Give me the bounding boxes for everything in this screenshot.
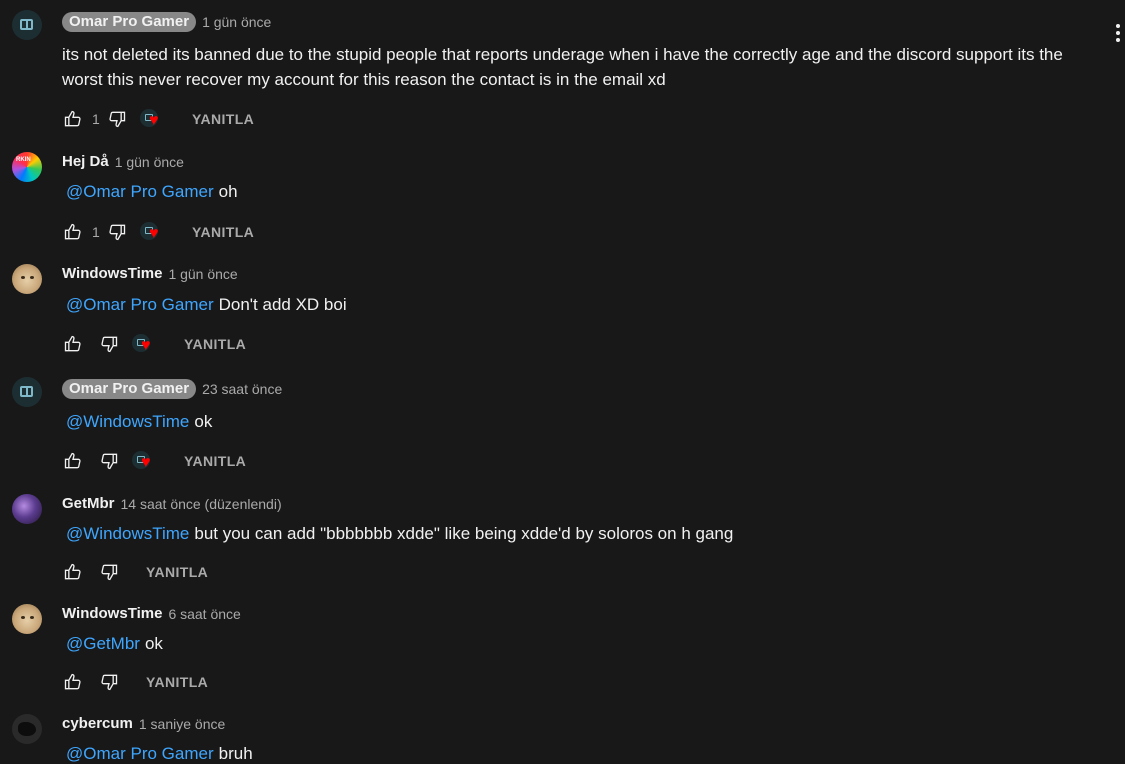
like-button[interactable] — [62, 221, 84, 243]
timestamp[interactable]: 6 saat önce — [168, 606, 240, 622]
dislike-button[interactable] — [106, 221, 128, 243]
comment-header: GetMbr 14 saat önce (düzenlendi) — [62, 495, 282, 512]
comment-actions: YANITLA — [62, 560, 208, 584]
thumbs-down-icon — [109, 111, 126, 128]
like-button[interactable] — [62, 450, 84, 472]
more-vert-icon[interactable] — [1115, 24, 1121, 46]
comment-body-text: oh — [218, 182, 238, 201]
timestamp[interactable]: 23 saat önce — [202, 381, 282, 397]
reply-button[interactable]: YANITLA — [184, 453, 246, 469]
heart-icon: ♥ — [141, 337, 151, 354]
timestamp[interactable]: 14 saat önce (düzenlendi) — [121, 496, 282, 512]
reply-button[interactable]: YANITLA — [184, 336, 246, 352]
thumbs-up-icon — [64, 673, 81, 690]
avatar[interactable] — [12, 494, 42, 524]
mention-link[interactable]: @WindowsTime — [66, 524, 189, 543]
thumbs-down-icon — [101, 674, 118, 691]
timestamp[interactable]: 1 saniye önce — [139, 716, 225, 732]
reply-button[interactable]: YANITLA — [192, 111, 254, 127]
comment-body-text: ok — [194, 412, 213, 431]
comment-body-text: Don't add XD boi — [218, 295, 347, 314]
thumbs-up-icon — [64, 452, 81, 469]
mention-link[interactable]: @WindowsTime — [66, 412, 189, 431]
dislike-button[interactable] — [98, 671, 120, 693]
avatar[interactable] — [12, 10, 42, 40]
like-button[interactable] — [62, 671, 84, 693]
creator-heart: ♥ — [140, 107, 166, 131]
like-button[interactable] — [62, 561, 84, 583]
comment-header: Hej Då 1 gün önce — [62, 153, 184, 170]
creator-heart: ♥ — [132, 332, 158, 356]
timestamp[interactable]: 1 gün önce — [168, 266, 237, 282]
reply-button[interactable]: YANITLA — [192, 224, 254, 240]
heart-icon: ♥ — [149, 225, 159, 242]
comment-text: @Omar Pro Gamer oh — [62, 179, 1097, 204]
comment-actions: 1 ♥ YANITLA — [62, 107, 254, 131]
dislike-button[interactable] — [98, 561, 120, 583]
thumbs-up-icon — [64, 563, 81, 580]
comment-header: Omar Pro Gamer 1 gün önce — [62, 12, 271, 32]
author-name[interactable]: Omar Pro Gamer — [62, 12, 197, 32]
comment-actions: ♥ YANITLA — [62, 449, 246, 473]
comment-body-text: bruh — [218, 744, 253, 763]
like-count: 1 — [92, 224, 100, 240]
comment-header: WindowsTime 1 gün önce — [62, 265, 238, 282]
timestamp[interactable]: 1 gün önce — [202, 14, 271, 30]
thumbs-down-icon — [101, 564, 118, 581]
mention-link[interactable]: @Omar Pro Gamer — [66, 182, 214, 201]
reply-button[interactable]: YANITLA — [146, 564, 208, 580]
mention-link[interactable]: @Omar Pro Gamer — [66, 295, 214, 314]
creator-heart: ♥ — [140, 220, 166, 244]
like-count: 1 — [92, 111, 100, 127]
comment-actions: ♥ YANITLA — [62, 332, 246, 356]
mention-link[interactable]: @Omar Pro Gamer — [66, 744, 214, 763]
avatar-text: RKIN — [16, 157, 31, 163]
avatar[interactable] — [12, 714, 42, 744]
avatar[interactable] — [12, 604, 42, 634]
thumbs-down-icon — [101, 336, 118, 353]
timestamp[interactable]: 1 gün önce — [115, 154, 184, 170]
author-name[interactable]: WindowsTime — [62, 605, 162, 622]
heart-icon: ♥ — [141, 454, 151, 471]
mention-link[interactable]: @GetMbr — [66, 634, 140, 653]
avatar[interactable] — [12, 377, 42, 407]
comment-thread: Omar Pro Gamer 1 gün önce its not delete… — [0, 0, 1125, 764]
dislike-button[interactable] — [98, 333, 120, 355]
author-name[interactable]: Omar Pro Gamer — [62, 379, 197, 399]
thumbs-up-icon — [64, 335, 81, 352]
comment-actions: 1 ♥ YANITLA — [62, 220, 254, 244]
like-button[interactable] — [62, 333, 84, 355]
author-name[interactable]: cybercum — [62, 715, 133, 732]
avatar[interactable]: RKIN — [12, 152, 42, 182]
comment-header: WindowsTime 6 saat önce — [62, 605, 241, 622]
comment-actions: YANITLA — [62, 670, 208, 694]
thumbs-up-icon — [64, 223, 81, 240]
author-name[interactable]: WindowsTime — [62, 265, 162, 282]
creator-heart: ♥ — [132, 449, 158, 473]
thumbs-up-icon — [64, 110, 81, 127]
thumbs-down-icon — [109, 224, 126, 241]
avatar[interactable] — [12, 264, 42, 294]
comment-body-text: but you can add "bbbbbbb xdde" like bein… — [194, 524, 734, 543]
like-button[interactable] — [62, 108, 84, 130]
dislike-button[interactable] — [106, 108, 128, 130]
comment-text: @GetMbr ok — [62, 631, 1097, 656]
comment-header: cybercum 1 saniye önce — [62, 715, 225, 732]
dislike-button[interactable] — [98, 450, 120, 472]
author-name[interactable]: GetMbr — [62, 495, 115, 512]
comment-body-text: ok — [144, 634, 163, 653]
comment-text: @WindowsTime but you can add "bbbbbbb xdd… — [62, 521, 1097, 546]
comment-text: its not deleted its banned due to the st… — [62, 45, 1063, 89]
comment-text: @Omar Pro Gamer bruh — [62, 741, 1097, 764]
thumbs-down-icon — [101, 453, 118, 470]
comment-header: Omar Pro Gamer 23 saat önce — [62, 379, 282, 399]
comment-text: @Omar Pro Gamer Don't add XD boi — [62, 292, 1097, 317]
comment-text: @WindowsTime ok — [62, 409, 1097, 434]
author-name[interactable]: Hej Då — [62, 153, 109, 170]
reply-button[interactable]: YANITLA — [146, 674, 208, 690]
heart-icon: ♥ — [149, 112, 159, 129]
